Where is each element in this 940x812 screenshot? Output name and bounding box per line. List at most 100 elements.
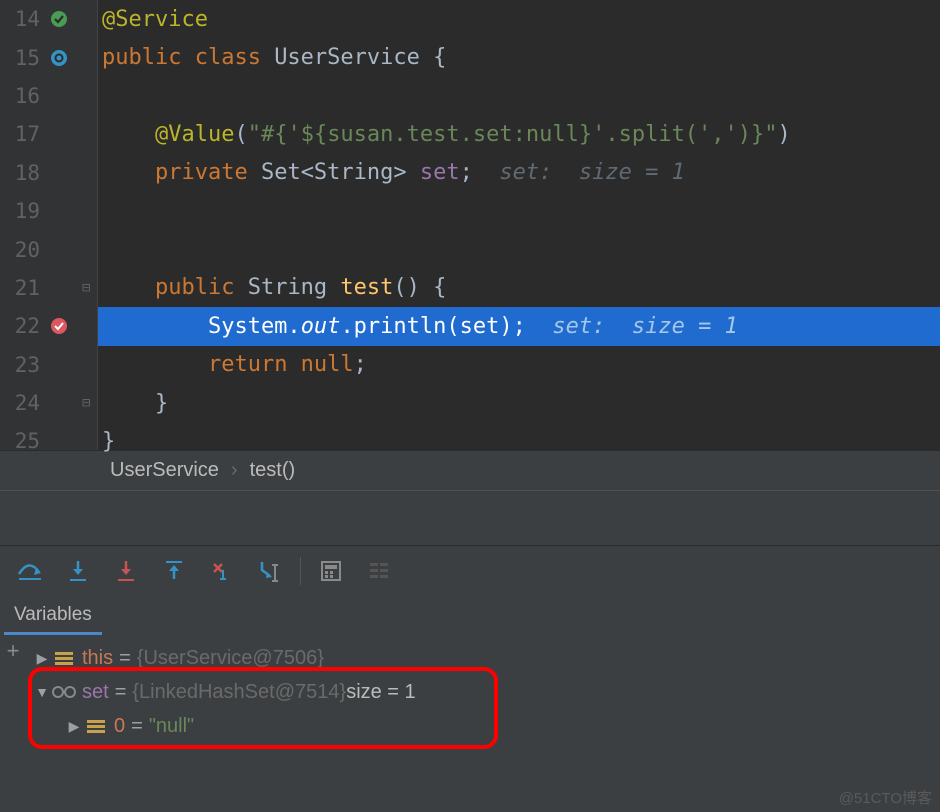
code-token: } [102, 391, 168, 416]
gutter: 14 15 16 17 18 19 20 21⊟ 22 23 24 ⊟ 25 [0, 0, 98, 450]
code-line[interactable]: public String test() { [98, 269, 940, 307]
code-line[interactable]: public class UserService { [98, 38, 940, 76]
line-number: 18 [0, 161, 40, 185]
breadcrumb-method[interactable]: test() [250, 459, 296, 482]
evaluate-button[interactable] [307, 550, 355, 592]
code-line[interactable]: System.out.println(set); set: size = 1 [98, 307, 940, 345]
gutter-row[interactable]: 14 [0, 0, 97, 38]
code-token: String [248, 275, 341, 300]
code-token: set: size = 1 [552, 314, 737, 339]
code-token: test [340, 275, 393, 300]
gutter-row[interactable]: 21⊟ [0, 269, 97, 307]
code-token: "#{'${susan.test.set:null}'.split(',')}" [248, 122, 778, 147]
equals-sign: = [119, 647, 131, 670]
trace-button[interactable] [355, 550, 403, 592]
code-token [102, 352, 208, 377]
equals-sign: = [115, 681, 127, 704]
variable-tail: size = 1 [346, 681, 415, 704]
step-out-button[interactable] [150, 550, 198, 592]
variables-tab-row: Variables [0, 595, 940, 635]
code-token: out [301, 314, 341, 339]
code-token: public class [102, 45, 274, 70]
variable-row[interactable]: ▶0 = "null" [4, 709, 936, 743]
code-token: public [155, 275, 248, 300]
toolbar-separator [300, 557, 301, 585]
code-token: { [433, 45, 446, 70]
fold-marker-icon[interactable]: ⊟ [82, 395, 90, 411]
run-to-cursor-button[interactable] [246, 550, 294, 592]
line-number: 25 [0, 429, 40, 453]
bean-green-icon[interactable] [48, 8, 70, 30]
gutter-row[interactable]: 25 [0, 422, 97, 460]
variable-name: this [82, 647, 113, 670]
obj-icon [52, 648, 76, 668]
obj-icon [84, 716, 108, 736]
gutter-row[interactable]: 20 [0, 230, 97, 268]
code-line[interactable]: @Value("#{'${susan.test.set:null}'.split… [98, 115, 940, 153]
debug-toolbar [0, 545, 940, 595]
gutter-row[interactable]: 17 [0, 115, 97, 153]
tree-arrow-icon[interactable]: ▼ [32, 684, 52, 700]
variable-object: {UserService@7506} [137, 647, 324, 670]
gutter-row[interactable]: 19 [0, 192, 97, 230]
line-number: 17 [0, 122, 40, 146]
drop-frame-button[interactable] [198, 550, 246, 592]
panel-divider[interactable] [0, 490, 940, 545]
gutter-row[interactable]: 22 [0, 307, 97, 345]
code-token: Set<String> [261, 160, 420, 185]
code-line[interactable]: return null; [98, 346, 940, 384]
code-token: set [420, 160, 460, 185]
variable-object: {LinkedHashSet@7514} [132, 681, 346, 704]
code-line[interactable]: private Set<String> set; set: size = 1 [98, 154, 940, 192]
code-editor[interactable]: 14 15 16 17 18 19 20 21⊟ 22 23 24 ⊟ 25 @Service publi… [0, 0, 940, 450]
gutter-row[interactable]: 18 [0, 154, 97, 192]
add-watch-button[interactable]: + [0, 635, 26, 667]
line-number: 14 [0, 7, 40, 31]
code-token: } [102, 429, 115, 454]
code-line[interactable] [98, 192, 940, 230]
tab-variables[interactable]: Variables [4, 598, 102, 635]
fold-marker-icon[interactable]: ⊟ [82, 280, 90, 296]
chevron-right-icon: › [231, 459, 238, 482]
code-token: UserService [274, 45, 433, 70]
variable-row[interactable]: ▼ set = {LinkedHashSet@7514} size = 1 [4, 675, 936, 709]
code-token: return null [208, 352, 354, 377]
code-token: @Service [102, 7, 208, 32]
code-line[interactable]: } [98, 384, 940, 422]
step-over-button[interactable] [6, 550, 54, 592]
line-number: 16 [0, 84, 40, 108]
line-number: 22 [0, 314, 40, 338]
code-token: @Value [155, 122, 234, 147]
gutter-row[interactable]: 23 [0, 346, 97, 384]
line-number: 24 [0, 391, 40, 415]
code-token: set: size = 1 [499, 160, 684, 185]
line-number: 23 [0, 353, 40, 377]
gutter-row[interactable]: 15 [0, 38, 97, 76]
gutter-row[interactable]: 16 [0, 77, 97, 115]
code-line[interactable] [98, 230, 940, 268]
code-token: private [155, 160, 261, 185]
equals-sign: = [131, 715, 143, 738]
code-line[interactable]: } [98, 422, 940, 460]
variable-name: set [82, 681, 109, 704]
code-line[interactable]: @Service [98, 0, 940, 38]
code-token: System. [102, 314, 301, 339]
code-token: ) [778, 122, 791, 147]
gutter-row[interactable]: 24 ⊟ [0, 384, 97, 422]
line-number: 20 [0, 238, 40, 262]
variable-string: "null" [149, 715, 194, 738]
code-line[interactable] [98, 77, 940, 115]
variables-tree[interactable]: + ▶ this = {UserService@7506} ▼ set = {Link… [0, 635, 940, 749]
code-token: set [460, 314, 500, 339]
code-token: ); [499, 314, 552, 339]
step-into-button[interactable] [54, 550, 102, 592]
force-step-into-button[interactable] [102, 550, 150, 592]
tree-arrow-icon[interactable]: ▶ [32, 650, 52, 667]
breakpoint-icon[interactable] [48, 315, 70, 337]
code-area[interactable]: @Service public class UserService { @Valu… [98, 0, 940, 450]
code-token: ; [354, 352, 367, 377]
breadcrumb-class[interactable]: UserService [110, 459, 219, 482]
variable-row[interactable]: ▶ this = {UserService@7506} [4, 641, 936, 675]
bean-teal-icon[interactable] [48, 47, 70, 69]
tree-arrow-icon[interactable]: ▶ [64, 718, 84, 735]
